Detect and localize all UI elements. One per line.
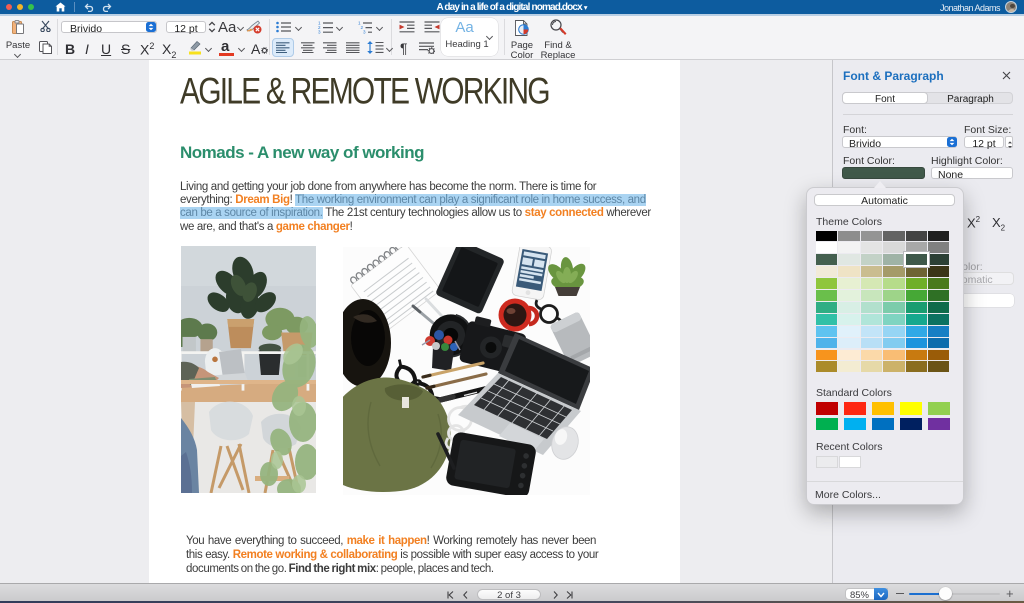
svg-text:3: 3	[318, 30, 321, 34]
svg-text:3: 3	[363, 30, 366, 34]
